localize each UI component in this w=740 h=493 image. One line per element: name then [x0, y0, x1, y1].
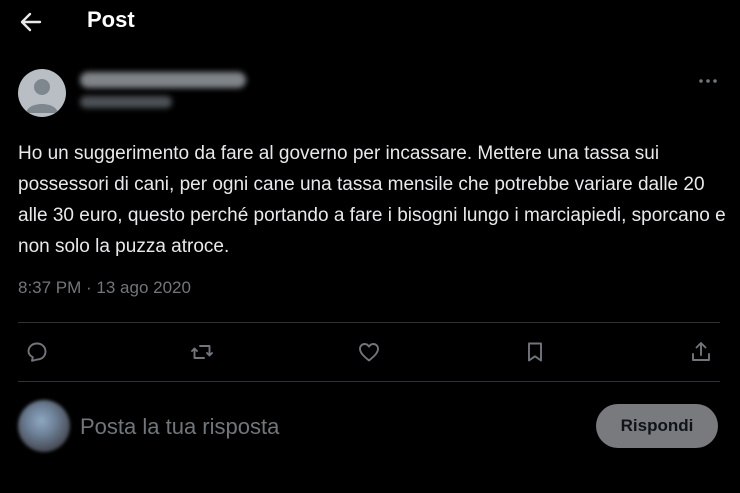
more-options-button[interactable]: [696, 72, 722, 90]
more-horizontal-icon: [699, 79, 717, 83]
author-name-redacted[interactable]: [80, 72, 246, 88]
divider: [18, 322, 720, 323]
author-avatar[interactable]: [18, 69, 66, 117]
bookmark-icon: [528, 342, 542, 362]
post-timestamp[interactable]: 8:37 PM · 13 ago 2020: [18, 278, 191, 298]
repost-icon: [191, 345, 213, 359]
repost-button[interactable]: [190, 340, 216, 366]
like-button[interactable]: [357, 340, 383, 366]
heart-icon: [359, 343, 379, 362]
reply-submit-button[interactable]: Rispondi: [596, 404, 718, 448]
post-text: Ho un suggerimento da fare al governo pe…: [18, 143, 726, 257]
top-bar: Post: [0, 0, 740, 44]
reply-icon: [27, 342, 47, 362]
default-avatar-icon: [26, 79, 58, 113]
divider: [18, 381, 720, 382]
bookmark-button[interactable]: [523, 340, 549, 366]
reply-input[interactable]: [80, 410, 580, 444]
user-avatar[interactable]: [18, 400, 70, 452]
reply-button[interactable]: [25, 340, 51, 366]
share-icon: [692, 342, 710, 361]
arrow-left-icon: [20, 12, 42, 32]
author-handle-redacted: [80, 96, 172, 108]
page-title: Post: [87, 7, 135, 32]
share-button[interactable]: [689, 340, 715, 366]
back-button[interactable]: [18, 10, 44, 34]
